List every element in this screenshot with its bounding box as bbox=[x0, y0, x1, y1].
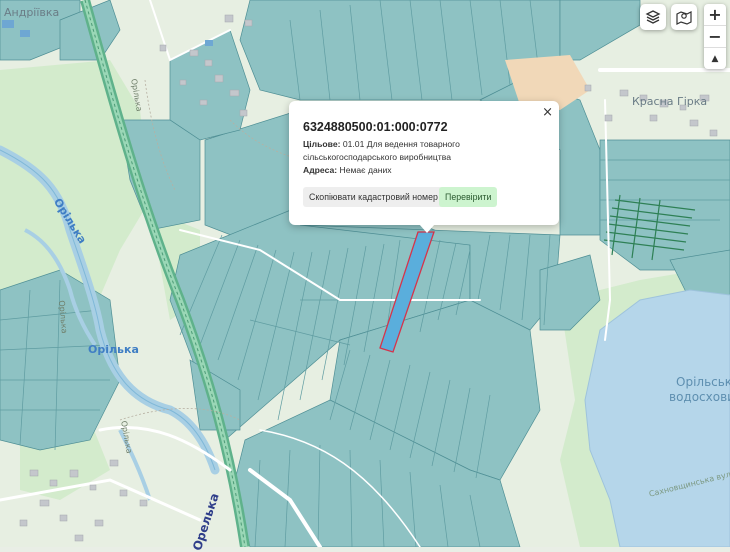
layers-button[interactable] bbox=[640, 4, 666, 30]
zoom-in-button[interactable]: + bbox=[704, 4, 726, 26]
map-type-button[interactable] bbox=[671, 4, 697, 30]
copy-cadastral-button[interactable]: Скопіювати кадастровий номер bbox=[303, 187, 444, 207]
place-label-krasna-hirka: Красна Гірка bbox=[632, 95, 708, 108]
reservoir-label-line2: водосховище bbox=[669, 390, 730, 404]
check-button[interactable]: Перевірити bbox=[439, 187, 498, 207]
purpose-label: Цільове: bbox=[303, 139, 341, 149]
map-marker-icon bbox=[676, 11, 692, 25]
place-label-andriivka: Андріївка bbox=[4, 6, 60, 19]
close-icon[interactable]: × bbox=[542, 105, 553, 120]
address-value: Немає даних bbox=[339, 165, 392, 175]
address-line: Адреса: Немає даних bbox=[303, 164, 551, 177]
layers-icon bbox=[645, 10, 661, 24]
cadastral-number: 6324880500:01:000:0772 bbox=[303, 120, 448, 134]
zoom-control: + − ▲ bbox=[704, 4, 726, 69]
reservoir-label-line1: Орільське bbox=[676, 375, 730, 389]
parcel-info-popup: × 6324880500:01:000:0772 Цільове: 01.01 … bbox=[289, 101, 559, 225]
zoom-out-button[interactable]: − bbox=[704, 26, 726, 48]
map-canvas[interactable] bbox=[0, 0, 730, 547]
river-label-orilka-lower: Орілька bbox=[88, 343, 139, 356]
purpose-line: Цільове: 01.01 Для ведення товарного сіл… bbox=[303, 138, 551, 164]
address-label: Адреса: bbox=[303, 165, 338, 175]
popup-pointer bbox=[419, 224, 435, 233]
compass-button[interactable]: ▲ bbox=[704, 48, 726, 69]
